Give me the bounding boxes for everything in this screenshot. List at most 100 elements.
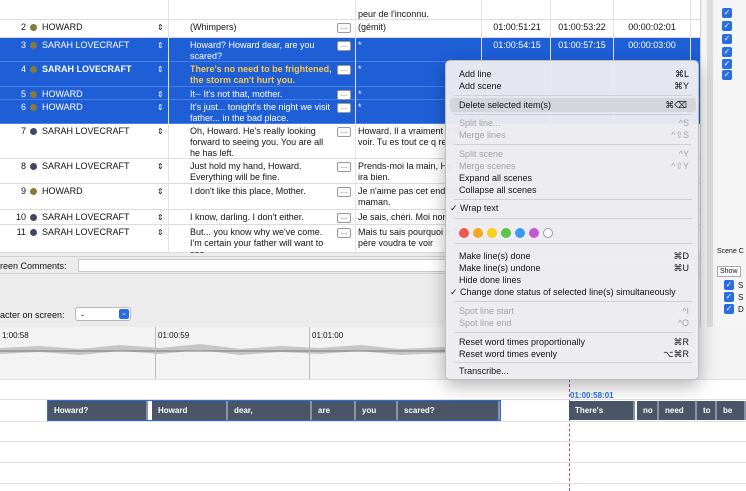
menu-item-add-line[interactable]: Add line ⌘L: [459, 68, 689, 80]
chevron-updown-icon[interactable]: ⇕: [157, 161, 167, 172]
dialogue-text[interactable]: It's just... tonight's the night we visi…: [190, 102, 333, 124]
menu-item-split-line[interactable]: Split line... ^S: [459, 117, 689, 129]
checkbox[interactable]: ✓: [722, 34, 732, 44]
dialogue-text[interactable]: Oh, Howard. He's really looking forward …: [190, 126, 333, 159]
dialogue-text[interactable]: There's no need to be frightened, the st…: [190, 64, 333, 86]
menu-item-make-undone[interactable]: Make line(s) undone ⌘U: [459, 262, 689, 274]
edit-button[interactable]: …: [337, 213, 351, 223]
character-name[interactable]: SARAH LOVECRAFT: [42, 126, 152, 137]
word-block[interactable]: no: [637, 401, 659, 420]
color-blue-swatch[interactable]: [515, 228, 525, 238]
dialogue-text[interactable]: Howard? Howard dear, are you scared?: [190, 40, 333, 62]
menu-item-spot-start[interactable]: Spot line start ^I: [459, 305, 689, 317]
dialogue-text[interactable]: (Whimpers): [190, 22, 333, 33]
dialogue-text[interactable]: I don't like this place, Mother.: [190, 186, 333, 197]
chevron-updown-icon[interactable]: ⇕: [157, 22, 167, 33]
chevron-updown-icon[interactable]: ⇕: [157, 227, 167, 238]
menu-item-merge-scenes[interactable]: Merge scenes ^⇧Y: [459, 160, 689, 172]
translation-cell[interactable]: *: [358, 40, 478, 51]
menu-item-split-scene[interactable]: Split scene ^Y: [459, 148, 689, 160]
word-block[interactable]: scared?: [398, 401, 500, 420]
checkbox[interactable]: ✓: [724, 304, 734, 314]
character-name[interactable]: HOWARD: [42, 22, 152, 33]
dialogue-text[interactable]: It-- It's not that, mother.: [190, 89, 333, 100]
chevron-updown-icon[interactable]: ⇕: [157, 102, 167, 113]
time-in[interactable]: 01:00:51:21: [484, 22, 550, 33]
character-name[interactable]: HOWARD: [42, 89, 152, 100]
checkbox[interactable]: ✓: [724, 280, 734, 290]
dialogue-text[interactable]: Just hold my hand, Howard. Everything wi…: [190, 161, 333, 183]
menu-item-make-done[interactable]: Make line(s) done ⌘D: [459, 250, 689, 262]
character-name[interactable]: SARAH LOVECRAFT: [42, 212, 152, 223]
edit-button[interactable]: …: [337, 23, 351, 33]
edit-button[interactable]: …: [337, 228, 351, 238]
character-name[interactable]: SARAH LOVECRAFT: [42, 161, 152, 172]
checkbox[interactable]: ✓: [724, 292, 734, 302]
menu-item-change-done-status[interactable]: ✓ Change done status of selected line(s)…: [450, 286, 696, 298]
playhead[interactable]: [569, 379, 570, 491]
dialogue-text[interactable]: But... you know why we've come. I'm cert…: [190, 227, 333, 253]
duration[interactable]: 00:00:02:01: [617, 22, 687, 33]
chevron-updown-icon[interactable]: ⇕: [157, 64, 167, 75]
checkbox[interactable]: ✓: [722, 8, 732, 18]
translation-cell[interactable]: peur de l'inconnu.: [358, 9, 478, 20]
chevron-updown-icon[interactable]: ⇕: [157, 186, 167, 197]
menu-item-spot-end[interactable]: Spot line end ^O: [459, 317, 689, 329]
word-block[interactable]: Howard?: [48, 401, 148, 420]
color-red-swatch[interactable]: [459, 228, 469, 238]
menu-item-hide-done[interactable]: Hide done lines: [459, 274, 689, 286]
table-row[interactable]: peur de l'inconnu.: [0, 0, 700, 20]
checkbox[interactable]: ✓: [722, 47, 732, 57]
menu-item-reset-proportional[interactable]: Reset word times proportionally ⌘R: [459, 336, 689, 348]
character-name[interactable]: HOWARD: [42, 102, 152, 113]
checkbox[interactable]: ✓: [722, 59, 732, 69]
character-name[interactable]: SARAH LOVECRAFT: [42, 227, 152, 238]
character-name[interactable]: HOWARD: [42, 186, 152, 197]
edit-button[interactable]: …: [337, 65, 351, 75]
time-out[interactable]: 01:00:57:15: [553, 40, 611, 51]
edit-button[interactable]: …: [337, 187, 351, 197]
color-green-swatch[interactable]: [501, 228, 511, 238]
menu-item-collapse-scenes[interactable]: Collapse all scenes: [459, 184, 689, 196]
word-block[interactable]: you: [356, 401, 398, 420]
scene-item[interactable]: D: [738, 305, 744, 314]
table-row[interactable]: 2 HOWARD ⇕ (Whimpers) … (gémit) 01:00:51:21 01:…: [0, 20, 700, 38]
menu-item-transcribe[interactable]: Transcribe...: [459, 365, 689, 377]
chevron-updown-icon[interactable]: ⇕: [157, 212, 167, 223]
scene-item[interactable]: S: [738, 281, 743, 290]
menu-item-reset-evenly[interactable]: Reset word times evenly ⌥⌘R: [459, 348, 689, 360]
word-block[interactable]: There's: [569, 401, 635, 420]
menu-item-add-scene[interactable]: Add scene ⌘Y: [459, 80, 689, 92]
checkbox[interactable]: ✓: [722, 70, 732, 80]
duration[interactable]: 00:00:03:00: [617, 40, 687, 51]
time-out[interactable]: 01:00:53:22: [553, 22, 611, 33]
translation-cell[interactable]: (gémit): [358, 22, 478, 33]
word-block[interactable]: Howard: [152, 401, 228, 420]
dialogue-text[interactable]: I know, darling. I don't either.: [190, 212, 333, 223]
menu-item-expand-scenes[interactable]: Expand all scenes: [459, 172, 689, 184]
menu-item-delete[interactable]: Delete selected item(s) ⌘⌫: [450, 98, 696, 112]
edit-button[interactable]: …: [337, 162, 351, 172]
character-name[interactable]: SARAH LOVECRAFT: [42, 64, 152, 75]
edit-button[interactable]: …: [337, 127, 351, 137]
time-in[interactable]: 01:00:54:15: [484, 40, 550, 51]
word-block[interactable]: dear,: [228, 401, 312, 420]
menu-item-merge-lines[interactable]: Merge lines ^⇧S: [459, 129, 689, 141]
character-select[interactable]: - ⌄: [75, 307, 131, 321]
scene-item[interactable]: S: [738, 293, 743, 302]
menu-item-wrap-text[interactable]: ✓ Wrap text: [450, 202, 680, 214]
color-none-swatch[interactable]: [543, 228, 553, 238]
scrollbar[interactable]: [707, 0, 713, 330]
edit-button[interactable]: …: [337, 41, 351, 51]
word-block[interactable]: are: [312, 401, 356, 420]
word-block[interactable]: to: [697, 401, 717, 420]
word-block[interactable]: be: [717, 401, 746, 420]
color-orange-swatch[interactable]: [473, 228, 483, 238]
character-name[interactable]: SARAH LOVECRAFT: [42, 40, 152, 51]
show-column-header[interactable]: Show: [717, 266, 741, 277]
edit-button[interactable]: …: [337, 90, 351, 100]
checkbox[interactable]: ✓: [722, 21, 732, 31]
chevron-updown-icon[interactable]: ⇕: [157, 89, 167, 100]
table-row[interactable]: 3 SARAH LOVECRAFT ⇕ Howard? Howard dear, ar…: [0, 38, 700, 62]
chevron-updown-icon[interactable]: ⇕: [157, 40, 167, 51]
